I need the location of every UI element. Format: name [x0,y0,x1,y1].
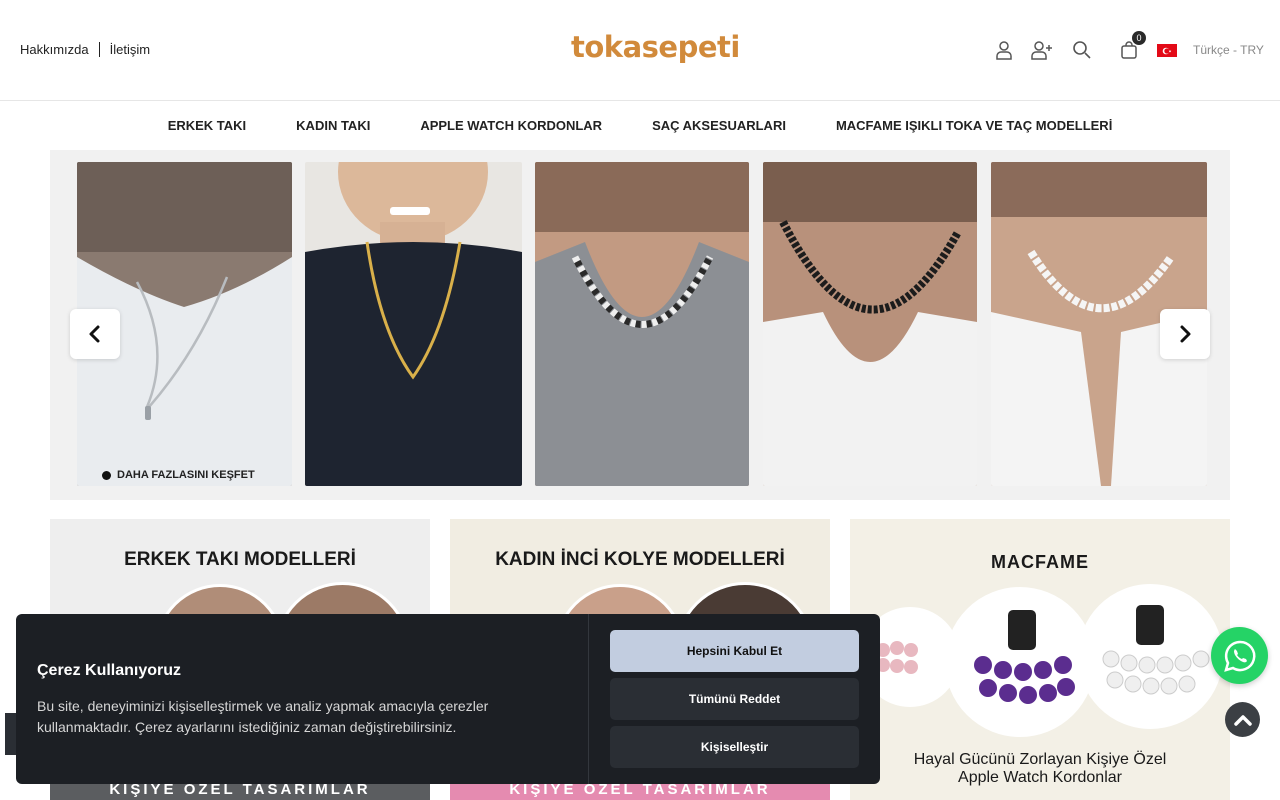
explore-more-label: DAHA FAZLASINI KEŞFET [117,469,255,481]
customize-button[interactable]: Kişiselleştir [610,726,859,768]
cookie-divider [588,614,589,784]
user-icon[interactable] [992,38,1016,62]
product-photo-amethyst-strap [945,587,1095,737]
nav-mens-jewelry[interactable]: ERKEK TAKI [143,118,271,133]
whatsapp-icon [1223,640,1255,672]
chevron-left-icon [89,325,100,343]
slide-image-gold-chain[interactable] [305,162,522,486]
chevron-up-icon [1233,714,1252,726]
cookie-description: Bu site, deneyiminizi kişiselleştirmek v… [37,698,489,735]
whatsapp-button[interactable] [1211,627,1268,684]
card-title: ERKEK TAKI MODELLERİ [124,549,356,570]
link-divider [98,42,100,57]
nav-womens-jewelry[interactable]: KADIN TAKI [271,118,395,133]
language-currency-selector[interactable]: Türkçe - TRY [1193,43,1264,57]
card-title: KADIN İNCİ KOLYE MODELLERİ [495,549,785,570]
bullet-dot [102,470,111,480]
card-title: MACFAME [991,552,1089,572]
chevron-right-icon [1180,325,1191,343]
card-macfame[interactable]: MACFAME Hayal Gücünü Zorlayan Kişiye Öze… [850,519,1230,800]
search-icon-wrap[interactable] [1070,38,1094,62]
nav-hair-accessories[interactable]: SAÇ AKSESUARLARI [627,118,811,133]
cookie-consent-banner: Çerez Kullanıyoruz Bu site, deneyiminizi… [16,614,880,784]
cart-count-badge: 0 [1132,31,1146,45]
hero-slider[interactable]: DAHA FAZLASINI KEŞFET [50,150,1230,500]
top-links: Hakkımızda İletişim [20,42,150,57]
slider-next-button[interactable] [1160,309,1210,359]
turkey-flag-icon[interactable] [1157,44,1177,57]
slider-prev-button[interactable] [70,309,120,359]
register-icon-wrap[interactable] [1030,38,1054,62]
main-nav: ERKEK TAKI KADIN TAKI APPLE WATCH KORDON… [0,101,1280,149]
site-logo[interactable]: tokasepeti [571,30,740,64]
card-subtitle: Hayal Gücünü Zorlayan Kişiye Özel Apple … [850,751,1230,787]
user-plus-icon[interactable] [1030,38,1054,62]
product-photo-pearl-strap [1078,584,1223,729]
account-icon-wrap[interactable] [992,38,1016,62]
nav-apple-watch-straps[interactable]: APPLE WATCH KORDONLAR [395,118,627,133]
card-subtitle-line: Hayal Gücünü Zorlayan Kişiye Özel [913,751,1167,768]
site-header: Hakkımızda İletişim tokasepeti 0 Türkçe … [0,0,1280,101]
scroll-to-top-button[interactable] [1225,702,1260,737]
search-icon[interactable] [1070,38,1094,62]
cookie-title: Çerez Kullanıyoruz [37,662,182,679]
contact-link[interactable]: İletişim [110,42,150,57]
explore-more-link[interactable]: DAHA FAZLASINI KEŞFET [102,469,255,481]
about-link[interactable]: Hakkımızda [20,42,89,57]
slide-image-black-necklace[interactable] [763,162,977,486]
nav-macfame[interactable]: MACFAME IŞIKLI TOKA ve TAÇ MODELLERİ [811,118,1137,133]
card-subtitle-line: Apple Watch Kordonlar [958,769,1122,786]
reject-all-button[interactable]: Tümünü Reddet [610,678,859,720]
slide-image-pearl-black-necklace[interactable] [535,162,749,486]
accept-all-button[interactable]: Hepsini Kabul Et [610,630,859,672]
